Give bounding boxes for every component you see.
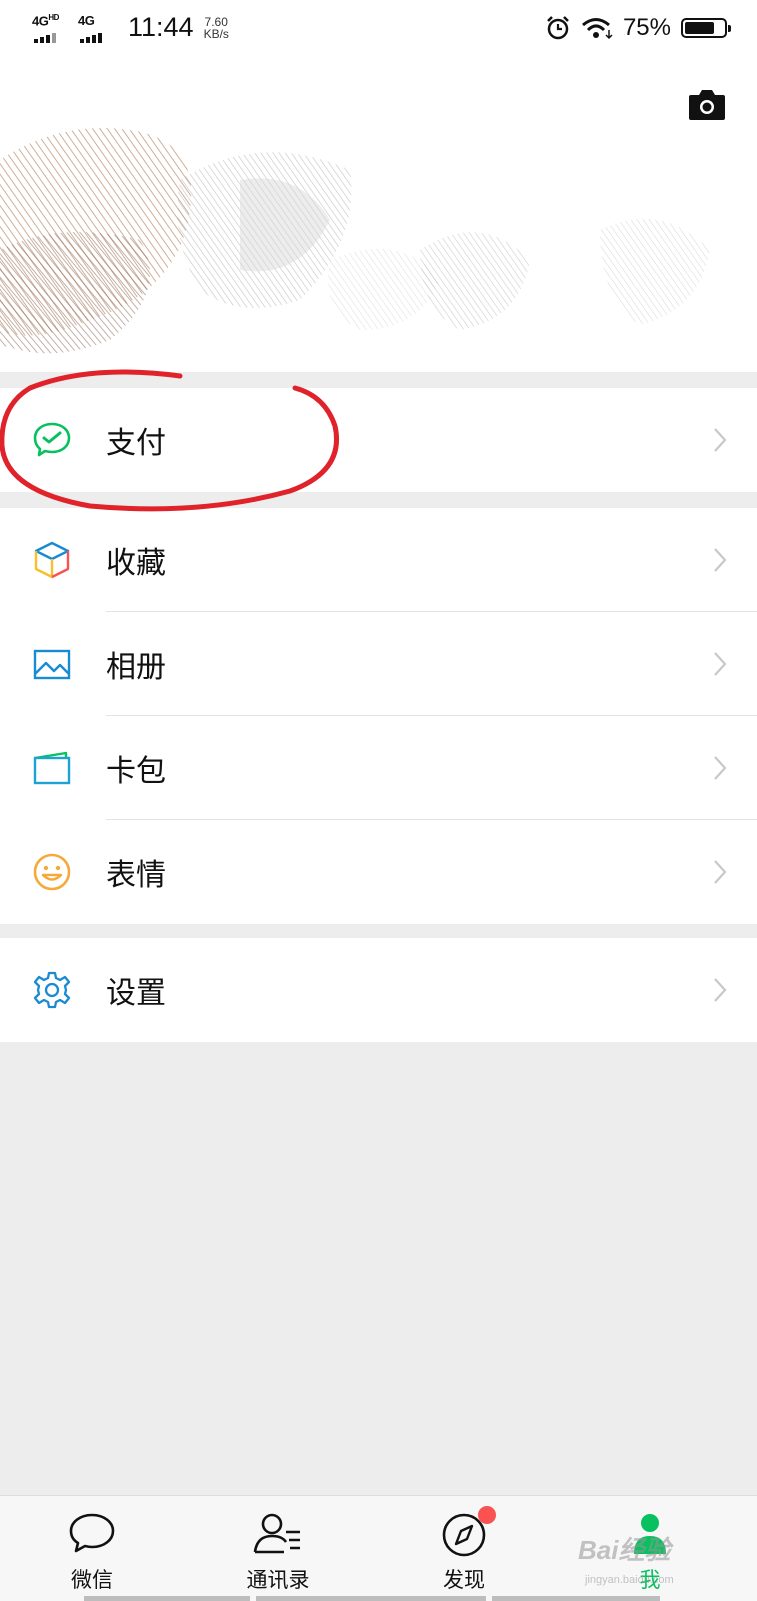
chevron-right-icon [714,652,727,676]
menu-item-settings[interactable]: 设置 [0,938,757,1042]
menu-item-album[interactable]: 相册 [0,612,757,716]
menu-group-main: 收藏 相册 卡包 表情 [0,508,757,924]
chevron-right-icon [714,978,727,1002]
network-type-label: 4G [32,12,49,28]
menu-label-favorites: 收藏 [106,546,166,581]
alarm-icon [547,16,569,40]
signal-sim2: 4G [78,13,114,43]
smiley-icon [33,853,71,891]
speed-value: 7.60 [204,14,228,29]
watermark: Bai经验 [578,1535,671,1565]
tab-label: 发现 [443,1568,485,1592]
red-annotation-circle [0,369,339,512]
menu-label-settings: 设置 [106,976,166,1011]
nav-bar-segment [492,1596,660,1601]
chevron-right-icon [714,860,727,884]
tab-label: 通讯录 [246,1568,310,1592]
clock: 11:44 [128,12,194,42]
signal-bars-icon [80,32,102,43]
contacts-icon [253,1513,300,1554]
menu-label-cards: 卡包 [106,754,166,789]
menu-label-album: 相册 [106,650,166,685]
menu-label-stickers: 表情 [106,858,166,893]
notification-dot [478,1506,496,1524]
network-type-label: 4G [78,12,95,28]
status-bar: 4GHD 4G 11:44 7.60 KB/s 75% [0,0,757,60]
cube-icon [34,541,70,579]
speed-unit: KB/s [203,26,229,41]
network-speed: 7.60 KB/s [204,16,229,40]
profile-header[interactable] [0,60,757,372]
hd-label: HD [48,12,59,22]
chat-bubble-icon [69,1513,115,1553]
chevron-right-icon [714,756,727,780]
tab-contacts[interactable]: 通讯录 [218,1496,338,1596]
gear-icon [33,971,71,1009]
signal-sim1: 4GHD [32,13,68,43]
chevron-right-icon [714,548,727,572]
wifi-icon [581,18,613,40]
nav-bar-segment [256,1596,486,1601]
chevron-right-icon [714,428,727,452]
battery-icon [681,18,731,38]
tab-label: 微信 [71,1568,113,1592]
menu-item-cards[interactable]: 卡包 [0,716,757,820]
watermark-url: jingyan.baidu.com [585,1574,674,1586]
nav-bar-segment [84,1596,250,1601]
picture-icon [33,649,71,680]
battery-percent: 75% [622,14,671,41]
header-background-art [0,128,710,354]
menu-item-stickers[interactable]: 表情 [0,820,757,924]
tab-chats[interactable]: 微信 [32,1496,152,1596]
card-wallet-icon [33,751,71,785]
camera-icon[interactable] [687,86,727,122]
signal-bars-icon [34,32,56,43]
menu-group-settings: 设置 [0,938,757,1042]
tab-discover[interactable]: 发现 [404,1496,524,1596]
